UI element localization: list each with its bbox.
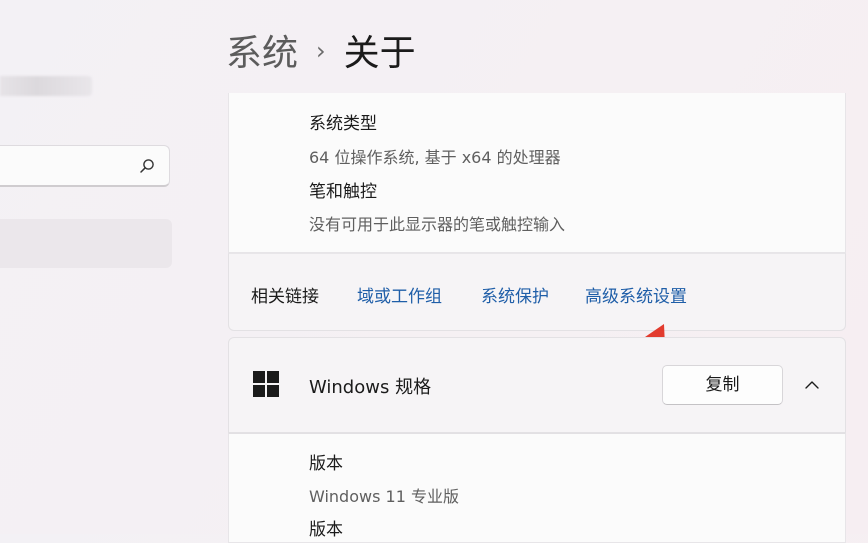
device-specs-card: 系统类型 64 位操作系统, 基于 x64 的处理器 笔和触控 没有可用于此显示… <box>228 93 846 253</box>
breadcrumb-separator: › <box>316 37 326 65</box>
chevron-up-icon[interactable] <box>803 376 821 394</box>
spec-label-pen-touch: 笔和触控 <box>309 182 377 202</box>
breadcrumb-current: 关于 <box>343 33 416 74</box>
windows-logo-icon <box>253 371 280 398</box>
windows-specs-body: 版本 Windows 11 专业版 版本 <box>228 433 846 543</box>
breadcrumb-parent[interactable]: 系统 <box>226 33 298 74</box>
user-account-blurred <box>0 76 92 96</box>
related-links-bar: 相关链接 域或工作组 系统保护 高级系统设置 <box>228 253 846 331</box>
windows-specs-title: Windows 规格 <box>309 377 432 398</box>
spec-label-edition: 版本 <box>309 454 343 474</box>
spec-value-pen-touch: 没有可用于此显示器的笔或触控输入 <box>309 215 566 234</box>
link-system-protection[interactable]: 系统保护 <box>481 282 549 307</box>
related-links-label: 相关链接 <box>251 287 319 307</box>
spec-label-version: 版本 <box>309 520 343 540</box>
search-icon <box>140 159 154 173</box>
copy-button[interactable]: 复制 <box>662 365 783 405</box>
page-title: 系统 › 关于 <box>226 26 416 79</box>
windows-specs-header[interactable]: Windows 规格 复制 <box>228 337 846 433</box>
spec-label-system-type: 系统类型 <box>309 114 377 134</box>
search-input[interactable] <box>0 145 170 187</box>
spec-value-edition: Windows 11 专业版 <box>309 487 459 506</box>
sidebar-item-selected[interactable] <box>0 219 172 268</box>
link-domain-workgroup[interactable]: 域或工作组 <box>357 282 442 307</box>
link-advanced-system-settings[interactable]: 高级系统设置 <box>585 282 687 307</box>
spec-value-system-type: 64 位操作系统, 基于 x64 的处理器 <box>309 148 561 167</box>
